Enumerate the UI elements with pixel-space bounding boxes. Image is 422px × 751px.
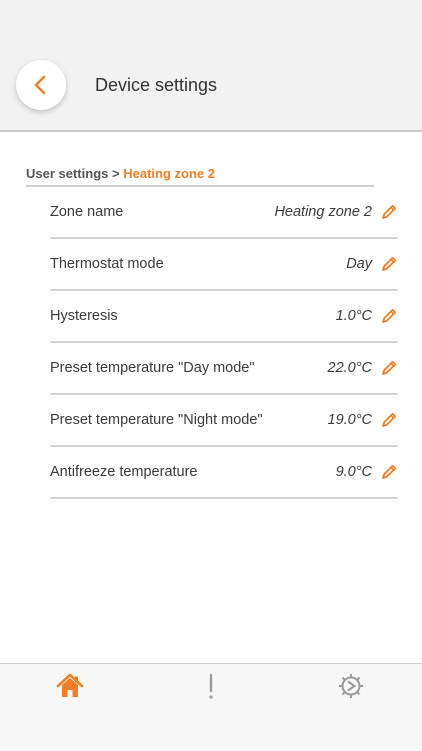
setting-label: Preset temperature "Day mode"	[50, 360, 255, 376]
settings-list: Zone name Heating zone 2 Thermostat mode…	[50, 187, 398, 499]
setting-row-zone-name[interactable]: Zone name Heating zone 2	[50, 187, 398, 239]
setting-row-preset-night[interactable]: Preset temperature "Night mode" 19.0°C	[50, 395, 398, 447]
setting-label: Thermostat mode	[50, 256, 164, 272]
setting-value: 9.0°C	[335, 464, 372, 480]
setting-label: Antifreeze temperature	[50, 464, 198, 480]
setting-label: Hysteresis	[50, 308, 118, 324]
page-title: Device settings	[95, 75, 218, 95]
pencil-icon[interactable]	[380, 411, 398, 429]
setting-value: 1.0°C	[335, 308, 372, 324]
setting-value: 19.0°C	[327, 412, 373, 428]
setting-value: 22.0°C	[327, 360, 373, 376]
tab-home[interactable]	[56, 672, 84, 700]
tab-alerts[interactable]	[197, 672, 225, 700]
tab-bar	[0, 663, 422, 751]
exclamation-icon	[209, 673, 213, 699]
home-icon	[56, 673, 84, 697]
setting-row-antifreeze[interactable]: Antifreeze temperature 9.0°C	[50, 447, 398, 499]
pencil-icon[interactable]	[380, 463, 398, 481]
tab-settings[interactable]	[337, 672, 365, 700]
pencil-icon[interactable]	[380, 359, 398, 377]
app-header: Device settings	[0, 0, 422, 132]
breadcrumb-separator: >	[112, 166, 120, 181]
setting-value: Day	[346, 256, 372, 272]
setting-row-hysteresis[interactable]: Hysteresis 1.0°C	[50, 291, 398, 343]
gear-icon	[339, 674, 363, 698]
pencil-icon[interactable]	[380, 255, 398, 273]
pencil-icon[interactable]	[380, 203, 398, 221]
chevron-left-icon	[34, 75, 46, 95]
breadcrumb-current: Heating zone 2	[123, 166, 215, 181]
pencil-icon[interactable]	[380, 307, 398, 325]
back-button[interactable]	[16, 60, 66, 110]
breadcrumb-parent[interactable]: User settings	[26, 166, 108, 181]
setting-label: Preset temperature "Night mode"	[50, 412, 263, 428]
setting-row-preset-day[interactable]: Preset temperature "Day mode" 22.0°C	[50, 343, 398, 395]
breadcrumb: User settings > Heating zone 2	[26, 166, 374, 187]
setting-row-thermostat-mode[interactable]: Thermostat mode Day	[50, 239, 398, 291]
setting-value: Heating zone 2	[274, 204, 372, 220]
setting-label: Zone name	[50, 204, 124, 220]
